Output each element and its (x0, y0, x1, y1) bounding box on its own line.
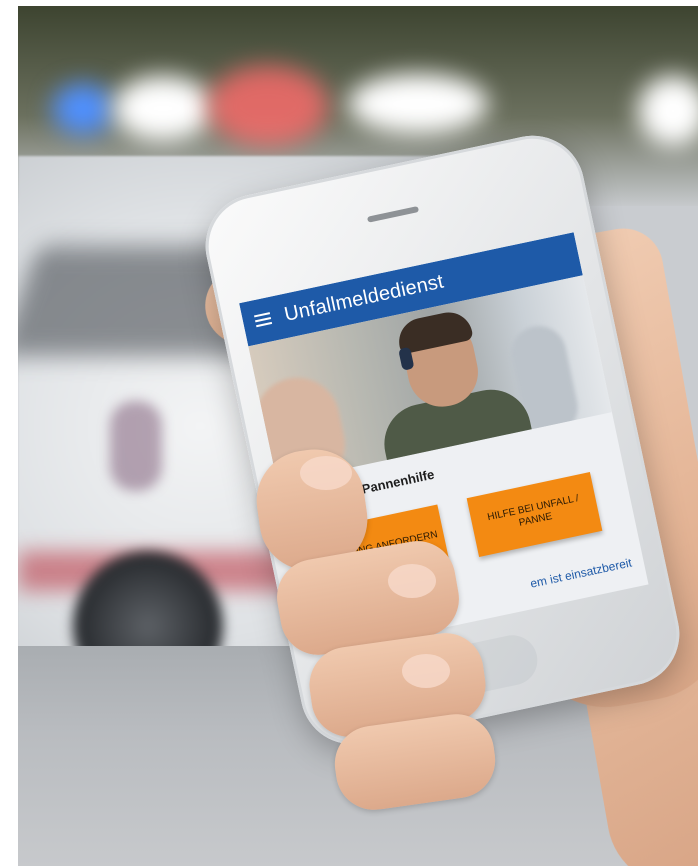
person-left (248, 369, 353, 484)
blue-light (53, 84, 113, 134)
home-button-area (433, 630, 542, 701)
request-rescue-button[interactable]: RETTUNG ANFORDERN (314, 504, 450, 590)
white-light (113, 76, 213, 141)
vehicle-emblem (110, 401, 162, 491)
red-light (208, 66, 328, 146)
phone-screen: Unfallmeldedienst Unfall- und Pannenhilf… (239, 232, 649, 656)
accident-breakdown-help-button[interactable]: HILFE BEI UNFALL / PANNE (466, 472, 603, 557)
hamburger-menu-icon[interactable] (253, 312, 273, 328)
phone-speaker (366, 206, 420, 223)
white-light (348, 74, 488, 134)
